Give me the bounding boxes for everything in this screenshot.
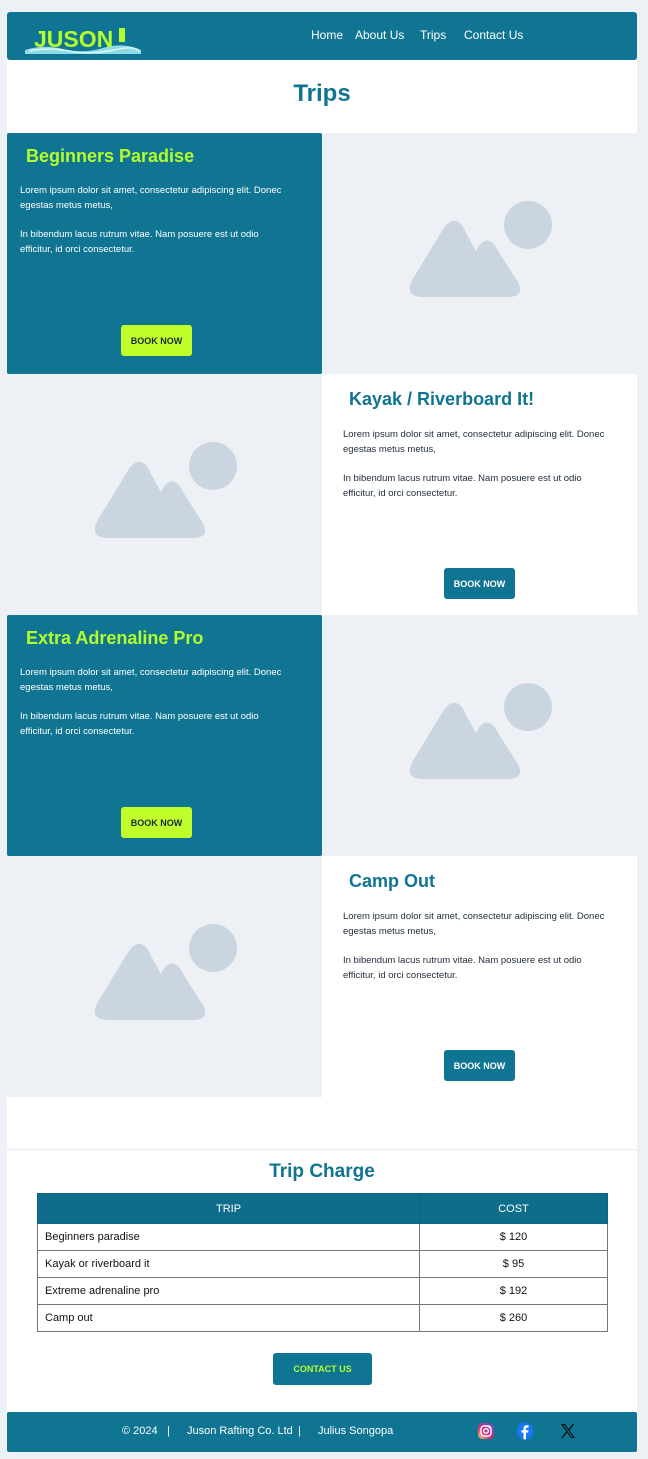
company-name: Juson Rafting Co. Ltd — [187, 1425, 293, 1437]
trip-paragraph: Lorem ipsum dolor sit amet, consectetur … — [20, 185, 282, 211]
trip-paragraph: In bibendum lacus rutrum vitae. Nam posu… — [343, 955, 582, 981]
book-now-button[interactable]: BOOK NOW — [121, 325, 192, 356]
cost-cell: $ 95 — [419, 1250, 608, 1278]
trip-paragraph: Lorem ipsum dolor sit amet, consectetur … — [343, 911, 605, 937]
cost-cell: $ 260 — [419, 1304, 608, 1332]
trip-cell: Extreme adrenaline pro — [37, 1277, 420, 1305]
x-icon[interactable] — [559, 1422, 577, 1440]
cost-cell: $ 120 — [419, 1223, 608, 1251]
table-row: Kayak or riverboard it $ 95 — [37, 1250, 608, 1278]
cost-cell: $ 192 — [419, 1277, 608, 1305]
image-placeholder-icon — [94, 924, 237, 1020]
book-now-button[interactable]: BOOK NOW — [444, 1050, 515, 1081]
trip-card: Camp Out Lorem ipsum dolor sit amet, con… — [322, 856, 637, 1097]
trip-card: Kayak / Riverboard It! Lorem ipsum dolor… — [322, 374, 637, 615]
column-header-trip: TRIP — [37, 1193, 420, 1224]
title-band: Trips — [7, 60, 637, 133]
trip-card: Beginners Paradise Lorem ipsum dolor sit… — [7, 133, 322, 374]
trip-image-placeholder — [322, 133, 637, 374]
image-placeholder-icon — [409, 201, 552, 297]
site-footer: © 2024 | Juson Rafting Co. Ltd | Julius … — [7, 1412, 637, 1452]
section-spacer — [7, 1097, 637, 1149]
trip-paragraph: In bibendum lacus rutrum vitae. Nam posu… — [20, 711, 259, 737]
footer-separator: | — [167, 1425, 170, 1437]
footer-separator: | — [298, 1425, 301, 1437]
book-now-button[interactable]: BOOK NOW — [444, 568, 515, 599]
trip-title: Camp Out — [349, 871, 436, 891]
page: JUSON Home About Us Trips Contact Us Tri… — [7, 12, 637, 1452]
trip-cell: Beginners paradise — [37, 1223, 420, 1251]
table-row: Camp out $ 260 — [37, 1304, 608, 1332]
trip-paragraph: In bibendum lacus rutrum vitae. Nam posu… — [20, 229, 259, 255]
trip-description: Lorem ipsum dolor sit amet, consectetur … — [20, 184, 290, 272]
contact-us-button[interactable]: CONTACT US — [273, 1353, 372, 1385]
table-header-row: TRIP COST — [37, 1193, 608, 1224]
instagram-icon[interactable] — [477, 1422, 495, 1440]
nav-about-us[interactable]: About Us — [355, 28, 404, 42]
trip-title: Extra Adrenaline Pro — [26, 628, 204, 648]
trip-image-placeholder — [322, 615, 637, 856]
table-row: Beginners paradise $ 120 — [37, 1223, 608, 1251]
table-row: Extreme adrenaline pro $ 192 — [37, 1277, 608, 1305]
nav-trips[interactable]: Trips — [420, 28, 446, 42]
trip-row: Extra Adrenaline Pro Lorem ipsum dolor s… — [7, 615, 637, 856]
trip-card: Extra Adrenaline Pro Lorem ipsum dolor s… — [7, 615, 322, 856]
trip-paragraph: Lorem ipsum dolor sit amet, consectetur … — [343, 429, 605, 455]
trip-cell: Camp out — [37, 1304, 420, 1332]
trip-description: Lorem ipsum dolor sit amet, consectetur … — [343, 910, 613, 998]
trip-description: Lorem ipsum dolor sit amet, consectetur … — [343, 428, 613, 516]
trip-image-placeholder — [7, 374, 322, 615]
trip-row: Beginners Paradise Lorem ipsum dolor sit… — [7, 133, 637, 374]
trip-cell: Kayak or riverboard it — [37, 1250, 420, 1278]
trip-paragraph: In bibendum lacus rutrum vitae. Nam posu… — [343, 473, 582, 499]
trip-charge-table: TRIP COST Beginners paradise $ 120 Kayak… — [37, 1193, 608, 1332]
image-placeholder-icon — [94, 442, 237, 538]
book-now-button[interactable]: BOOK NOW — [121, 807, 192, 838]
page-title: Trips — [293, 80, 351, 107]
trip-row: Camp Out Lorem ipsum dolor sit amet, con… — [7, 856, 637, 1097]
trip-title: Beginners Paradise — [26, 146, 195, 166]
main-nav: Home About Us Trips Contact Us — [7, 12, 637, 60]
trip-row: Kayak / Riverboard It! Lorem ipsum dolor… — [7, 374, 637, 615]
trip-description: Lorem ipsum dolor sit amet, consectetur … — [20, 666, 290, 754]
copyright-text: © 2024 — [122, 1425, 158, 1437]
trip-title: Kayak / Riverboard It! — [349, 389, 535, 409]
author-name: Julius Songopa — [318, 1425, 394, 1437]
trip-paragraph: Lorem ipsum dolor sit amet, consectetur … — [20, 667, 282, 693]
image-placeholder-icon — [409, 683, 552, 779]
section-title: Trip Charge — [269, 1161, 375, 1182]
nav-contact-us[interactable]: Contact Us — [464, 28, 523, 42]
nav-home[interactable]: Home — [311, 28, 343, 42]
site-header: JUSON Home About Us Trips Contact Us — [7, 12, 637, 60]
column-header-cost: COST — [419, 1193, 608, 1224]
trip-charge-section: Trip Charge TRIP COST Beginners paradise… — [7, 1149, 637, 1410]
facebook-icon[interactable] — [516, 1422, 534, 1440]
trip-image-placeholder — [7, 856, 322, 1097]
